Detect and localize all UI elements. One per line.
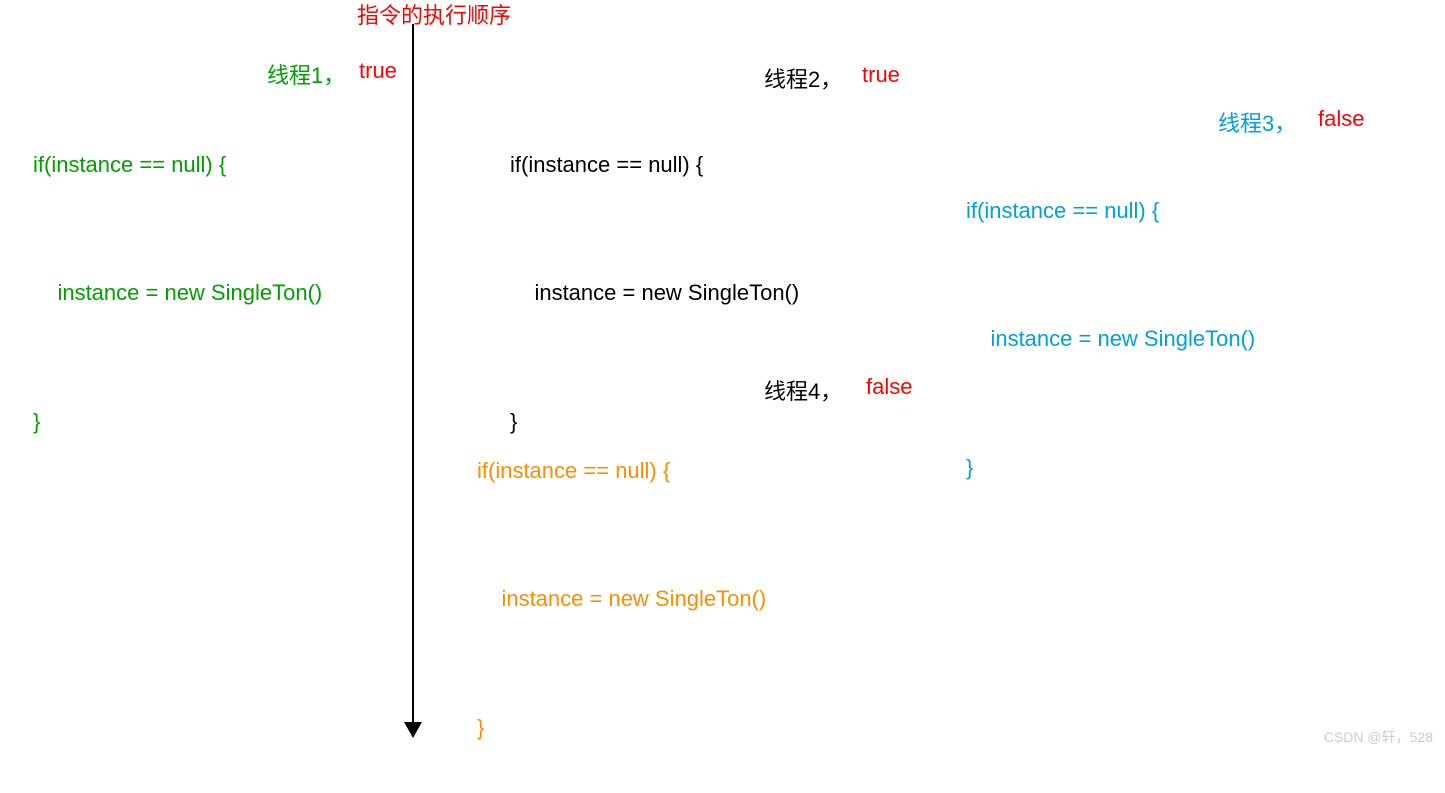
code-line: instance = new SingleTon() [477, 578, 766, 621]
thread1-code: if(instance == null) { instance = new Si… [33, 58, 322, 487]
thread3-label: 线程3， [1218, 106, 1296, 138]
diagram-title: 指令的执行顺序 [357, 0, 511, 30]
timeline-arrow-head [404, 722, 422, 738]
code-line: instance = new SingleTon() [966, 318, 1255, 361]
code-line: } [966, 447, 1255, 490]
thread4-code: if(instance == null) { instance = new Si… [477, 364, 766, 793]
thread3-result: false [1318, 106, 1364, 132]
thread2-label: 线程2， [764, 62, 842, 94]
code-line: if(instance == null) { [966, 190, 1255, 233]
thread1-result: true [359, 58, 397, 84]
code-line: } [33, 401, 322, 444]
thread3-code: if(instance == null) { instance = new Si… [966, 104, 1255, 533]
code-line: } [477, 707, 766, 750]
thread2-result: true [862, 62, 900, 88]
code-line: instance = new SingleTon() [33, 272, 322, 315]
watermark: CSDN @轩，528 [1324, 727, 1433, 747]
thread4-result: false [866, 374, 912, 400]
code-line: if(instance == null) { [33, 144, 322, 187]
thread4-label: 线程4， [764, 374, 842, 406]
code-line: if(instance == null) { [477, 450, 766, 493]
code-line: instance = new SingleTon() [510, 272, 799, 315]
thread1-label: 线程1， [267, 58, 345, 90]
timeline-arrow-line [412, 24, 414, 729]
code-line: if(instance == null) { [510, 144, 799, 187]
